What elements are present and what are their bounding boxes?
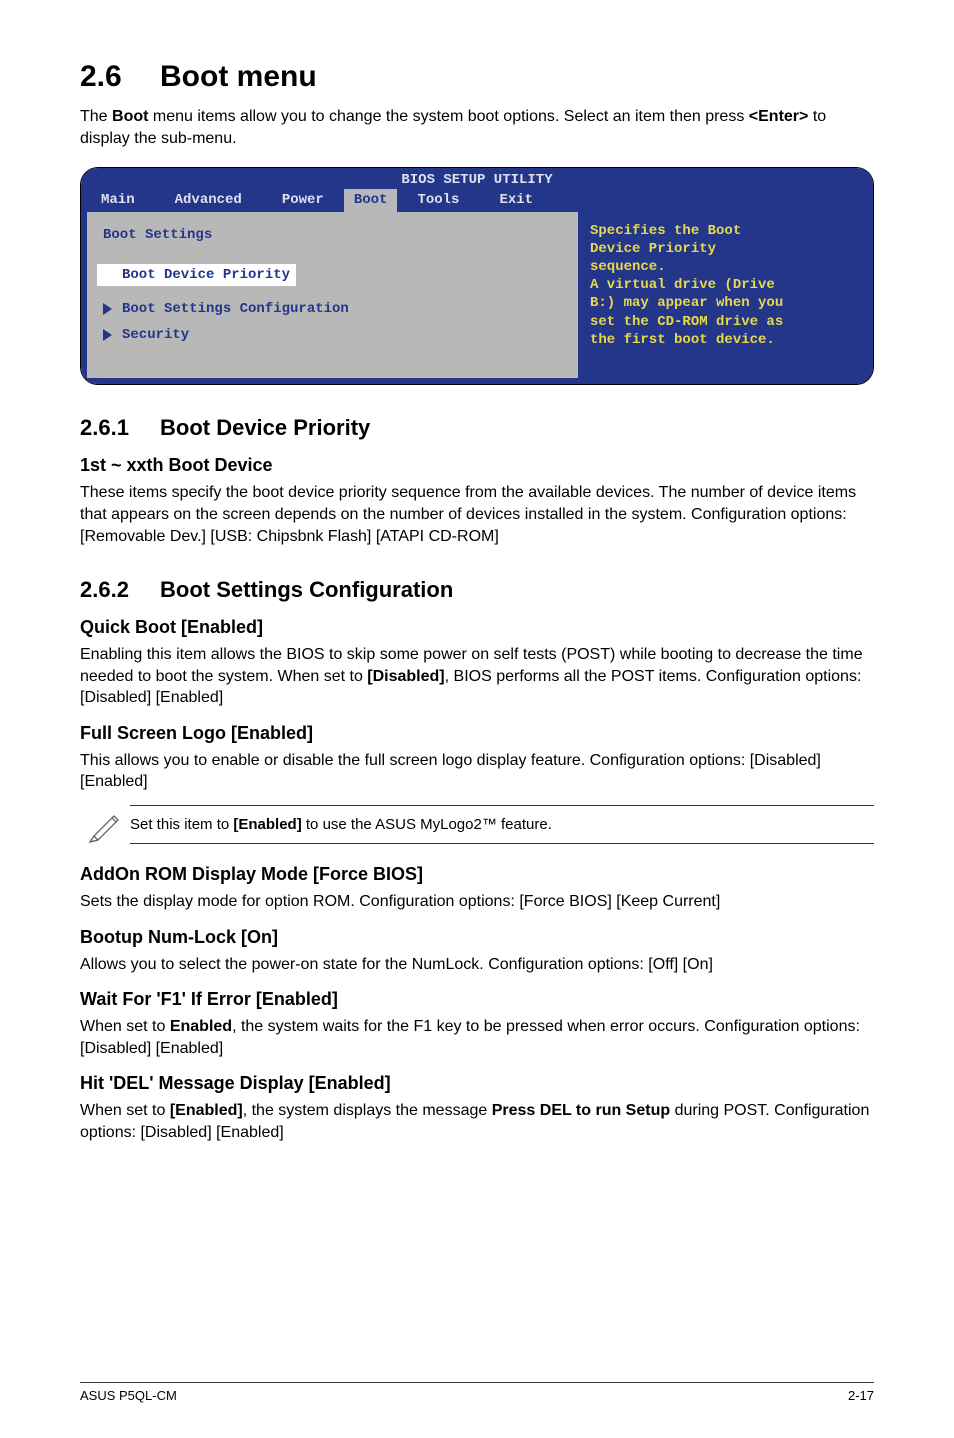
bios-tab-advanced: Advanced — [155, 189, 262, 211]
page-footer: ASUS P5QL-CM 2-17 — [80, 1382, 874, 1403]
section-heading: 2.6Boot menu — [80, 60, 874, 94]
p-full-screen-logo: This allows you to enable or disable the… — [80, 750, 874, 793]
bios-item-security: Security — [103, 326, 562, 344]
triangle-icon — [103, 269, 112, 281]
p-quick-boot: Enabling this item allows the BIOS to sk… — [80, 644, 874, 709]
section-title: Boot menu — [160, 60, 317, 93]
subsection-262: 2.6.2Boot Settings Configuration — [80, 577, 874, 603]
heading-hit-del: Hit 'DEL' Message Display [Enabled] — [80, 1073, 874, 1094]
subsection-261: 2.6.1Boot Device Priority — [80, 415, 874, 441]
heading-wait-f1: Wait For 'F1' If Error [Enabled] — [80, 989, 874, 1010]
bios-left-panel: Boot Settings Boot Device Priority Boot … — [81, 212, 578, 385]
bios-tab-main: Main — [81, 189, 155, 211]
triangle-icon — [103, 303, 112, 315]
bios-tab-boot: Boot — [344, 189, 398, 211]
footer-right: 2-17 — [848, 1388, 874, 1403]
bios-title: BIOS SETUP UTILITY — [81, 168, 873, 189]
triangle-icon — [103, 329, 112, 341]
pencil-icon — [80, 806, 130, 844]
bios-left-header: Boot Settings — [103, 226, 562, 244]
bios-tab-tools: Tools — [397, 189, 479, 211]
bios-tab-power: Power — [262, 189, 344, 211]
bios-help-panel: Specifies the Boot Device Priority seque… — [578, 212, 873, 385]
bios-screenshot: BIOS SETUP UTILITY Main Advanced Power B… — [80, 167, 874, 385]
bios-tab-bar: Main Advanced Power Boot Tools Exit — [81, 189, 873, 211]
p-wait-f1: When set to Enabled, the system waits fo… — [80, 1016, 874, 1059]
p-hit-del: When set to [Enabled], the system displa… — [80, 1100, 874, 1143]
p-addon-rom: Sets the display mode for option ROM. Co… — [80, 891, 874, 913]
heading-full-screen-logo: Full Screen Logo [Enabled] — [80, 723, 874, 744]
section-intro: The Boot menu items allow you to change … — [80, 106, 874, 149]
bios-item-config: Boot Settings Configuration — [103, 300, 562, 318]
heading-quick-boot: Quick Boot [Enabled] — [80, 617, 874, 638]
note-text: Set this item to [Enabled] to use the AS… — [130, 805, 874, 844]
heading-addon-rom: AddOn ROM Display Mode [Force BIOS] — [80, 864, 874, 885]
bios-item-priority: Boot Device Priority — [97, 264, 296, 286]
section-number: 2.6 — [80, 60, 160, 94]
heading-boot-device: 1st ~ xxth Boot Device — [80, 455, 874, 476]
p-numlock: Allows you to select the power-on state … — [80, 954, 874, 976]
p-boot-device: These items specify the boot device prio… — [80, 482, 874, 547]
heading-numlock: Bootup Num-Lock [On] — [80, 927, 874, 948]
note-box: Set this item to [Enabled] to use the AS… — [80, 805, 874, 844]
footer-left: ASUS P5QL-CM — [80, 1388, 177, 1403]
bios-tab-exit: Exit — [479, 189, 553, 211]
